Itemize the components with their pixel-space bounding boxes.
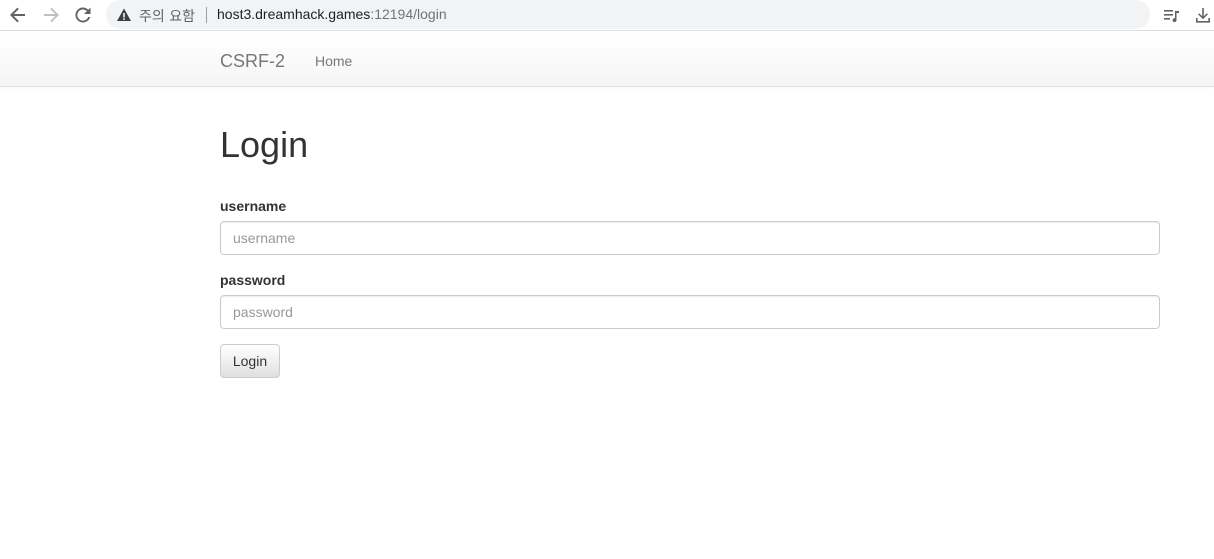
password-label: password	[220, 272, 286, 288]
url-text[interactable]: host3.dreamhack.games:12194/login	[217, 6, 447, 22]
arrow-left-icon[interactable]	[7, 4, 29, 26]
nav-link-home[interactable]: Home	[315, 53, 352, 69]
address-separator	[206, 7, 207, 23]
navbar-brand[interactable]: CSRF-2	[220, 51, 285, 72]
url-host: host3.dreamhack.games	[217, 6, 371, 22]
download-icon[interactable]	[1192, 4, 1214, 26]
page-title: Login	[220, 124, 309, 165]
username-input[interactable]	[220, 221, 1160, 255]
address-bar[interactable]: 주의 요함 host3.dreamhack.games:12194/login	[106, 0, 1150, 29]
arrow-right-icon[interactable]	[40, 4, 62, 26]
password-input[interactable]	[220, 295, 1160, 329]
security-status-label[interactable]: 주의 요함	[139, 6, 195, 26]
warning-triangle-icon[interactable]	[116, 7, 132, 23]
login-button[interactable]: Login	[220, 344, 280, 378]
url-port-path: :12194/login	[370, 6, 447, 22]
site-navbar: CSRF-2 Home	[0, 36, 1214, 87]
reload-icon[interactable]	[72, 4, 94, 26]
username-label: username	[220, 198, 287, 214]
reading-list-icon[interactable]	[1160, 4, 1182, 26]
browser-toolbar: 주의 요함 host3.dreamhack.games:12194/login	[0, 0, 1214, 31]
